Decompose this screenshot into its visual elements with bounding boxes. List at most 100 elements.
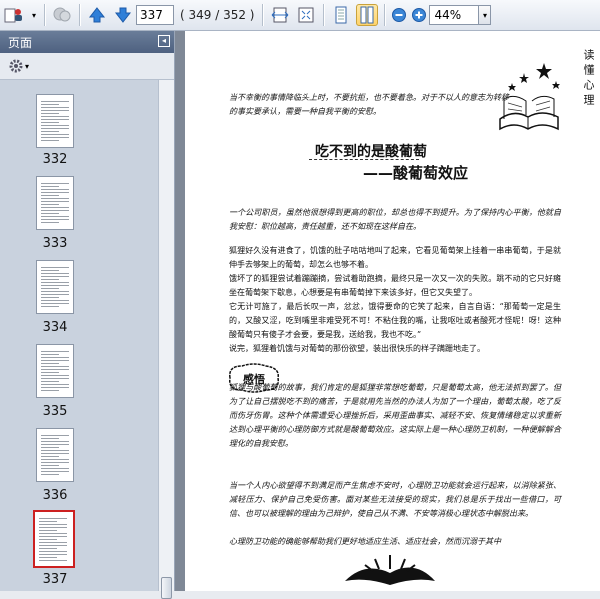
thumbnail-label: 334 xyxy=(42,320,68,335)
document-view[interactable]: 读懂心理 当不幸衡的事情降临头上时，不要抗拒，也不要着急。对于不以人的意志为转移… xyxy=(175,31,600,591)
thumbnail-text-line xyxy=(39,545,67,546)
thumbnail-text-line xyxy=(41,468,69,469)
thumbnail-label: 335 xyxy=(42,404,68,419)
thumbnail-text-line xyxy=(41,375,69,376)
thumbnail-text-line xyxy=(41,207,69,208)
thumbnail-text-line xyxy=(41,372,59,373)
bottom-ornament-icon xyxy=(345,555,435,585)
page-thumbnail[interactable] xyxy=(36,94,74,148)
dropdown-arrow-icon[interactable]: ▾ xyxy=(30,4,38,26)
thumbnail-text-line xyxy=(41,282,69,283)
options-gear-icon[interactable]: ▾ xyxy=(8,58,29,74)
thumbnail-text-line xyxy=(41,360,69,361)
thumbnail-text-line xyxy=(41,390,59,391)
thumbnail-text-line xyxy=(39,527,67,528)
thumbnail-text-line xyxy=(41,471,69,472)
thumbnail-text-line xyxy=(41,444,69,445)
previous-page-icon[interactable] xyxy=(86,4,108,26)
thumbnail-label: 333 xyxy=(42,236,68,251)
thumbnail-label: 337 xyxy=(42,572,68,587)
page-thumbnail-selected[interactable] xyxy=(33,510,75,568)
page-thumbnail[interactable] xyxy=(36,260,74,314)
thumbnail-text-line xyxy=(41,354,59,355)
thumbnail-text-line xyxy=(41,119,69,120)
zoom-level-input[interactable]: 44% xyxy=(429,5,480,25)
story-paragraph: 饿坏了的狐狸尝试着蹦蹦摘，尝试着助跑摘，最终只是一次又一次的失败。跳不动的它只好… xyxy=(229,274,561,297)
thumbnail-text-line xyxy=(41,453,69,454)
page-thumbnail[interactable] xyxy=(36,428,74,482)
page-thumbnail[interactable] xyxy=(36,344,74,398)
thumbnail-label: 336 xyxy=(42,488,68,503)
thumbnail-text-line xyxy=(41,387,69,388)
toolbar-separator xyxy=(44,4,45,26)
collapse-panel-icon[interactable]: ◂ xyxy=(158,35,170,47)
pages-panel: 页面 ◂ ▾ 332 333 334 335 336 337 xyxy=(0,31,175,599)
toolbar-separator xyxy=(262,4,264,26)
scrollbar-thumb[interactable] xyxy=(161,577,172,599)
thumbnail-text-line xyxy=(39,521,57,522)
thumbnail-scrollbar[interactable] xyxy=(158,80,174,599)
thumbnail-text-line xyxy=(41,107,69,108)
thumbnail-text-line xyxy=(41,125,69,126)
story-paragraph: 说完，狐狸着饥饿与对葡萄的那份欲望，装出很快乐的样子蹒跚地走了。 xyxy=(229,344,485,353)
comment-disabled-icon[interactable] xyxy=(51,4,73,26)
thumbnail-text-line xyxy=(41,189,69,190)
thumbnail-text-line xyxy=(41,198,69,199)
thumbnail-text-line xyxy=(39,536,67,537)
thumbnail-text-line xyxy=(39,518,67,519)
thumbnail-text-line xyxy=(41,213,59,214)
thumbnail-text-line xyxy=(41,459,69,460)
thumbnail-text-line xyxy=(41,131,59,132)
single-page-view-icon[interactable] xyxy=(330,4,352,26)
continuous-view-icon[interactable] xyxy=(356,4,379,26)
thumbnail-text-line xyxy=(39,530,57,531)
thumbnail-text-line xyxy=(41,267,69,268)
chapter-subtitle: ——酸葡萄效应 xyxy=(363,164,469,182)
panel-toolbar: ▾ xyxy=(0,53,174,80)
story-paragraph: 狐狸好久没有进食了，饥饿的肚子咕咕地叫了起来，它看见葡萄架上挂着一串串葡萄，于是… xyxy=(229,246,561,269)
fit-page-icon[interactable] xyxy=(295,4,317,26)
thumbnail-text-line xyxy=(41,384,69,385)
thumbnail-text-line xyxy=(41,216,69,217)
thumbnail-text-line xyxy=(41,363,59,364)
thumbnail-text-line xyxy=(41,303,69,304)
thumbnail-text-line xyxy=(41,219,69,220)
thumbnail-text-line xyxy=(39,524,67,525)
thumbnail-text-line xyxy=(41,186,59,187)
page-count-label: ( 349 / 352 ) xyxy=(180,8,255,22)
thumbnail-text-line xyxy=(41,435,69,436)
thumbnail-text-line xyxy=(41,306,59,307)
reflection-paragraph: 狐狸与酸葡萄的故事，我们肯定的是狐狸非常想吃葡萄，只是葡萄太高，他无法抓到罢了。… xyxy=(229,383,561,448)
thumbnail-text-line xyxy=(41,222,59,223)
thumbnail-text-line xyxy=(41,273,69,274)
thumbnail-text-line xyxy=(41,285,69,286)
thumbnail-text-line xyxy=(41,351,69,352)
intro-paragraph: 一个公司职员，虽然他很想得到更高的职位，却总也得不到提升。为了保持内心平衡，他就… xyxy=(229,208,561,231)
chapter-title: 吃不到的是酸葡萄 xyxy=(315,144,427,160)
thumbnail-text-line xyxy=(41,456,59,457)
thumbnail-text-line xyxy=(39,551,67,552)
options-dropdown-icon[interactable]: ▾ xyxy=(25,62,29,71)
page-thumbnail[interactable] xyxy=(36,176,74,230)
zoom-in-icon[interactable] xyxy=(411,4,427,26)
thumbnail-text-line xyxy=(39,539,57,540)
page-number-input[interactable] xyxy=(136,5,174,25)
running-header: 读懂心理 xyxy=(582,49,595,109)
thumbnail-text-line xyxy=(41,276,69,277)
zoom-out-icon[interactable] xyxy=(391,4,407,26)
toolbar: ▾ ( 349 / 352 ) 44% ▾ xyxy=(0,0,600,31)
thumbnail-text-line xyxy=(41,116,69,117)
thumbnail-text-line xyxy=(41,465,59,466)
thumbnail-text-line xyxy=(41,128,69,129)
thumbnail-label: 332 xyxy=(42,152,68,167)
zoom-dropdown-icon[interactable]: ▾ xyxy=(479,5,492,25)
thumbnail-text-line xyxy=(41,297,59,298)
user-document-icon[interactable] xyxy=(4,4,26,26)
document-page: 读懂心理 当不幸衡的事情降临头上时，不要抗拒，也不要着急。对于不以人的意志为转移… xyxy=(185,31,600,591)
thumbnail-text-line xyxy=(41,441,69,442)
fit-width-icon[interactable] xyxy=(269,4,291,26)
thumbnail-text-line xyxy=(41,192,69,193)
thumbnail-text-line xyxy=(41,291,69,292)
next-page-icon[interactable] xyxy=(112,4,134,26)
thumbnail-text-line xyxy=(41,104,59,105)
